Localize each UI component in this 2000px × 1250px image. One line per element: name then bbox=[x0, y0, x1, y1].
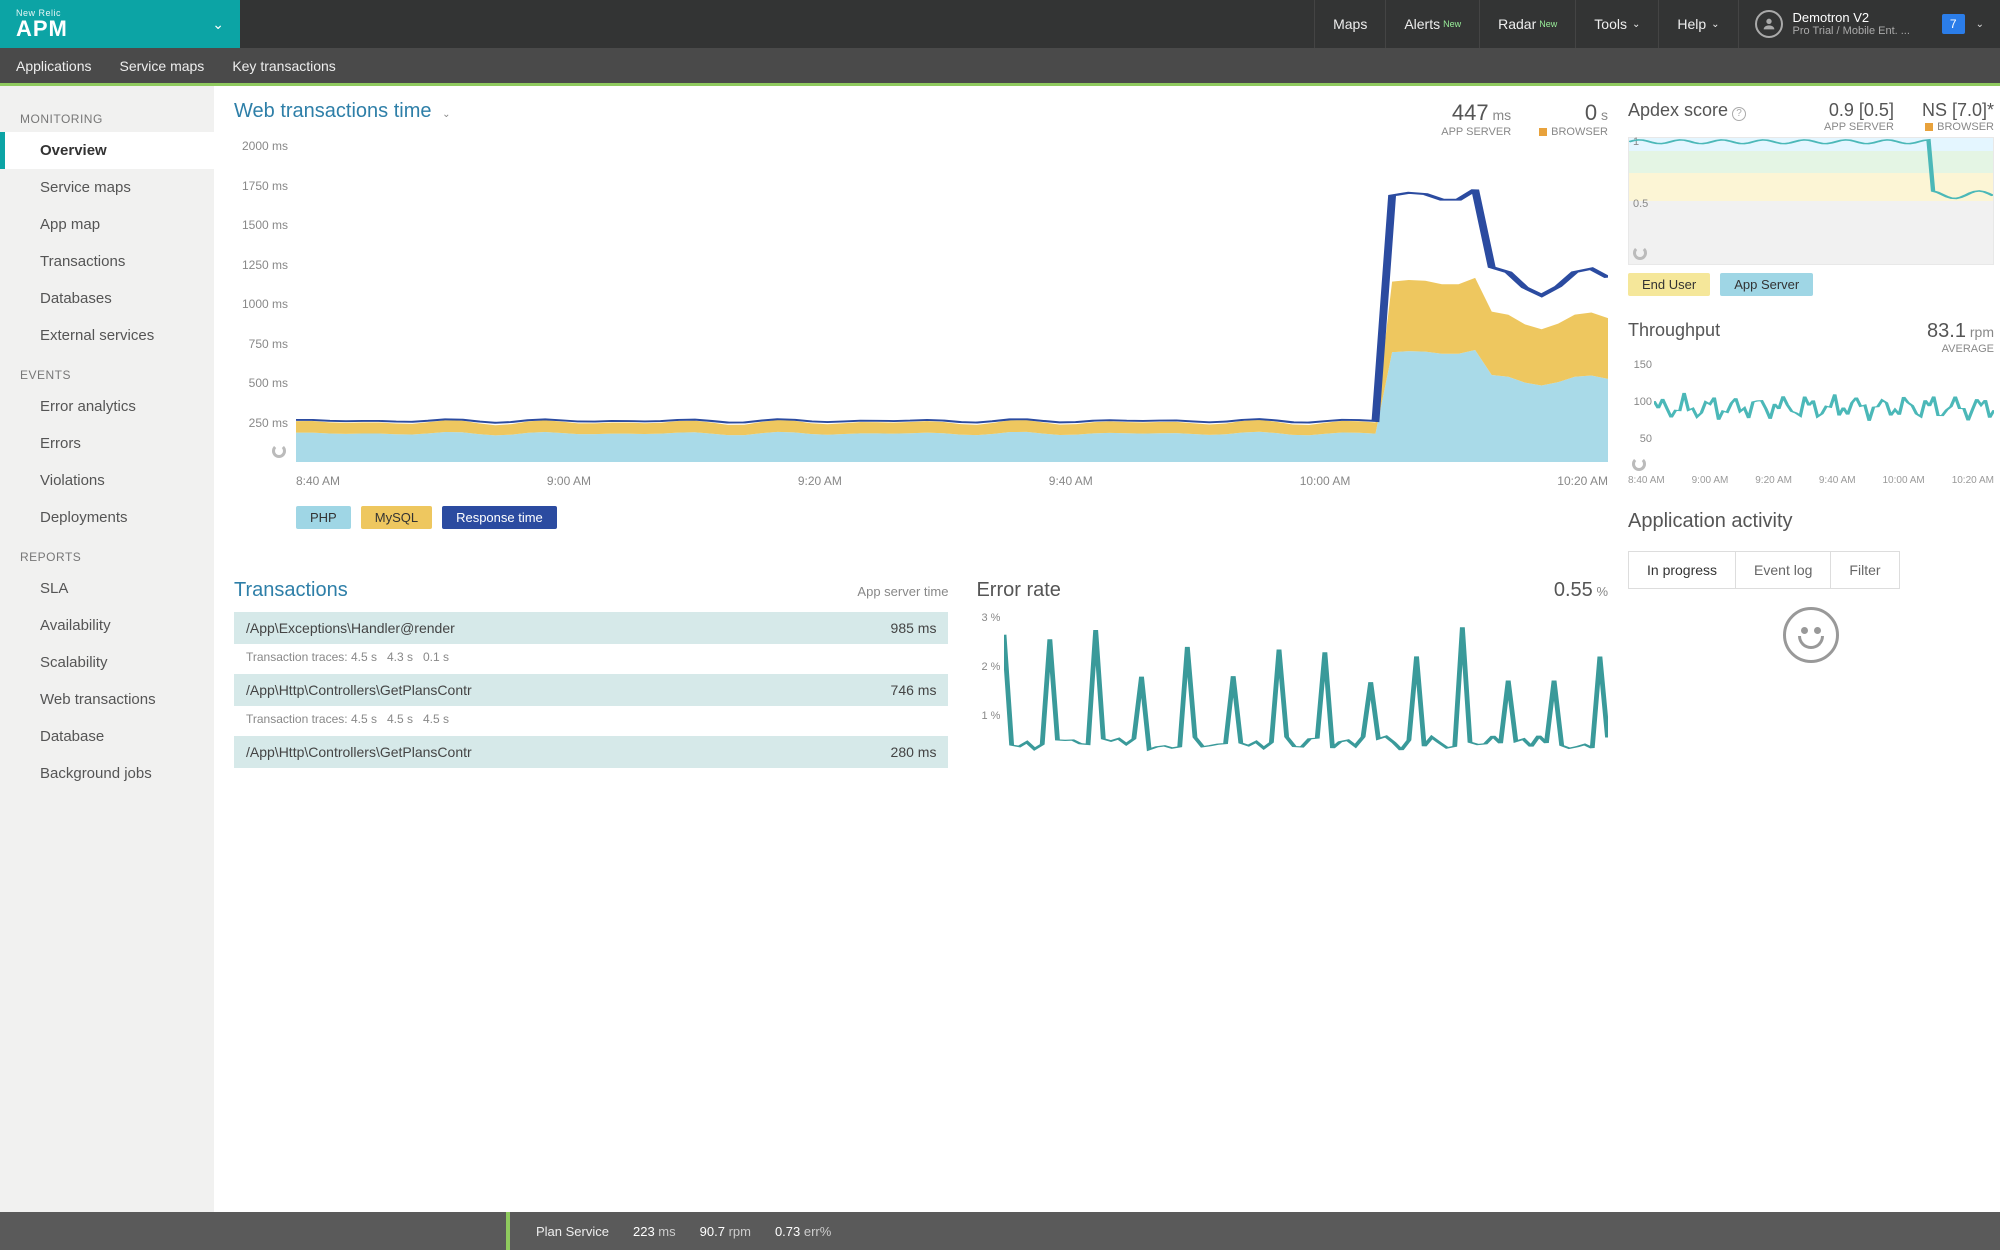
web-transactions-chart[interactable]: 2000 ms1750 ms1500 ms1250 ms1000 ms750 m… bbox=[234, 146, 1608, 500]
metric-app-server: 447 ms APP SERVER bbox=[1441, 100, 1511, 138]
nav-help[interactable]: Help⌄ bbox=[1658, 0, 1737, 48]
legend-chip[interactable]: App Server bbox=[1720, 273, 1813, 296]
chevron-down-icon: ⌄ bbox=[212, 16, 224, 33]
nav-radar[interactable]: RadarNew bbox=[1479, 0, 1575, 48]
loading-icon bbox=[272, 444, 286, 458]
activity-tabs: In progressEvent logFilter bbox=[1628, 551, 1900, 589]
sidebar-item-errors[interactable]: Errors bbox=[0, 425, 214, 462]
transactions-subtitle: App server time bbox=[857, 584, 948, 599]
legend-chip[interactable]: PHP bbox=[296, 506, 351, 529]
sidebar-item-external-services[interactable]: External services bbox=[0, 317, 214, 354]
brand-selector[interactable]: New Relic APM ⌄ bbox=[0, 0, 240, 48]
nav-alerts[interactable]: AlertsNew bbox=[1385, 0, 1479, 48]
tab-in-progress[interactable]: In progress bbox=[1629, 552, 1736, 588]
sidebar-item-sla[interactable]: SLA bbox=[0, 570, 214, 607]
tab-event-log[interactable]: Event log bbox=[1736, 552, 1831, 588]
throughput-title: Throughput bbox=[1628, 320, 1720, 341]
subnav-key-transactions[interactable]: Key transactions bbox=[232, 58, 336, 74]
transaction-traces: Transaction traces: 4.5 s4.3 s0.1 s bbox=[234, 646, 948, 674]
profile-menu[interactable]: Demotron V2Pro Trial / Mobile Ent. ... bbox=[1738, 0, 1926, 48]
error-rate-chart[interactable]: 3 % 2 % 1 % bbox=[976, 612, 1608, 760]
sidebar-item-deployments[interactable]: Deployments bbox=[0, 499, 214, 536]
avatar-icon bbox=[1755, 10, 1783, 38]
footer-stat: 90.7 rpm bbox=[700, 1224, 751, 1239]
sidebar-item-error-analytics[interactable]: Error analytics bbox=[0, 388, 214, 425]
footer-stat: 223 ms bbox=[633, 1224, 676, 1239]
subnav-service-maps[interactable]: Service maps bbox=[120, 58, 205, 74]
footer-service[interactable]: Plan Service bbox=[536, 1224, 609, 1239]
activity-title: Application activity bbox=[1628, 510, 1994, 533]
nav-maps[interactable]: Maps bbox=[1314, 0, 1385, 48]
top-nav: New Relic APM ⌄ MapsAlertsNewRadarNewToo… bbox=[0, 0, 2000, 48]
subnav-applications[interactable]: Applications bbox=[16, 58, 92, 74]
sidebar-item-app-map[interactable]: App map bbox=[0, 206, 214, 243]
footer-bar: Plan Service 223 ms 90.7 rpm 0.73 err% bbox=[0, 1212, 2000, 1250]
sidebar-item-databases[interactable]: Databases bbox=[0, 280, 214, 317]
notification-badge[interactable]: 7⌄ bbox=[1926, 0, 2000, 48]
main-chart-legend: PHP MySQL Response time bbox=[234, 500, 1608, 553]
sidebar-item-database[interactable]: Database bbox=[0, 718, 214, 755]
loading-icon bbox=[1633, 246, 1647, 260]
metric-browser: 0 s BROWSER bbox=[1539, 100, 1608, 138]
loading-icon bbox=[1632, 457, 1646, 471]
main-chart-title-dropdown[interactable]: Web transactions time ⌄ bbox=[234, 100, 450, 123]
tab-filter[interactable]: Filter bbox=[1831, 552, 1898, 588]
brand-small: New Relic bbox=[16, 9, 68, 18]
transaction-traces: Transaction traces: 4.5 s4.5 s4.5 s bbox=[234, 708, 948, 736]
sidebar-item-service-maps[interactable]: Service maps bbox=[0, 169, 214, 206]
sidebar-item-background-jobs[interactable]: Background jobs bbox=[0, 755, 214, 792]
throughput-metric: 83.1 rpm AVERAGE bbox=[1927, 320, 1994, 355]
legend-chip[interactable]: Response time bbox=[442, 506, 557, 529]
smiley-icon bbox=[1783, 607, 1839, 663]
sidebar-section: REPORTS bbox=[0, 536, 214, 570]
sidebar-item-scalability[interactable]: Scalability bbox=[0, 644, 214, 681]
sidebar-section: MONITORING bbox=[0, 98, 214, 132]
sidebar-item-availability[interactable]: Availability bbox=[0, 607, 214, 644]
chevron-down-icon: ⌄ bbox=[442, 109, 450, 120]
sidebar-item-overview[interactable]: Overview bbox=[0, 132, 214, 169]
apdex-title: Apdex score? bbox=[1628, 100, 1746, 121]
footer-stat: 0.73 err% bbox=[775, 1224, 831, 1239]
brand-big: APM bbox=[16, 18, 68, 40]
transaction-row[interactable]: /App\Exceptions\Handler@render985 ms bbox=[234, 612, 948, 644]
sidebar-section: EVENTS bbox=[0, 354, 214, 388]
nav-tools[interactable]: Tools⌄ bbox=[1575, 0, 1658, 48]
throughput-chart[interactable]: 150 100 50 bbox=[1628, 359, 1994, 471]
sidebar-item-violations[interactable]: Violations bbox=[0, 462, 214, 499]
legend-chip[interactable]: MySQL bbox=[361, 506, 432, 529]
apdex-browser-metric: NS [7.0]* BROWSER bbox=[1922, 100, 1994, 133]
sidebar: MONITORINGOverviewService mapsApp mapTra… bbox=[0, 86, 214, 1247]
main-chart-header: Web transactions time ⌄ 447 ms APP SERVE… bbox=[234, 100, 1608, 138]
transactions-title[interactable]: Transactions bbox=[234, 579, 348, 602]
sub-nav: Applications Service maps Key transactions bbox=[0, 48, 2000, 86]
apdex-chart[interactable]: 1 0.5 bbox=[1628, 137, 1994, 265]
transaction-row[interactable]: /App\Http\Controllers\GetPlansContr280 m… bbox=[234, 736, 948, 768]
apdex-app-server-metric: 0.9 [0.5] APP SERVER bbox=[1824, 100, 1894, 133]
transaction-row[interactable]: /App\Http\Controllers\GetPlansContr746 m… bbox=[234, 674, 948, 706]
help-icon[interactable]: ? bbox=[1732, 107, 1746, 121]
legend-chip[interactable]: End User bbox=[1628, 273, 1710, 296]
sidebar-item-transactions[interactable]: Transactions bbox=[0, 243, 214, 280]
error-rate-title: Error rate bbox=[976, 579, 1060, 602]
sidebar-item-web-transactions[interactable]: Web transactions bbox=[0, 681, 214, 718]
